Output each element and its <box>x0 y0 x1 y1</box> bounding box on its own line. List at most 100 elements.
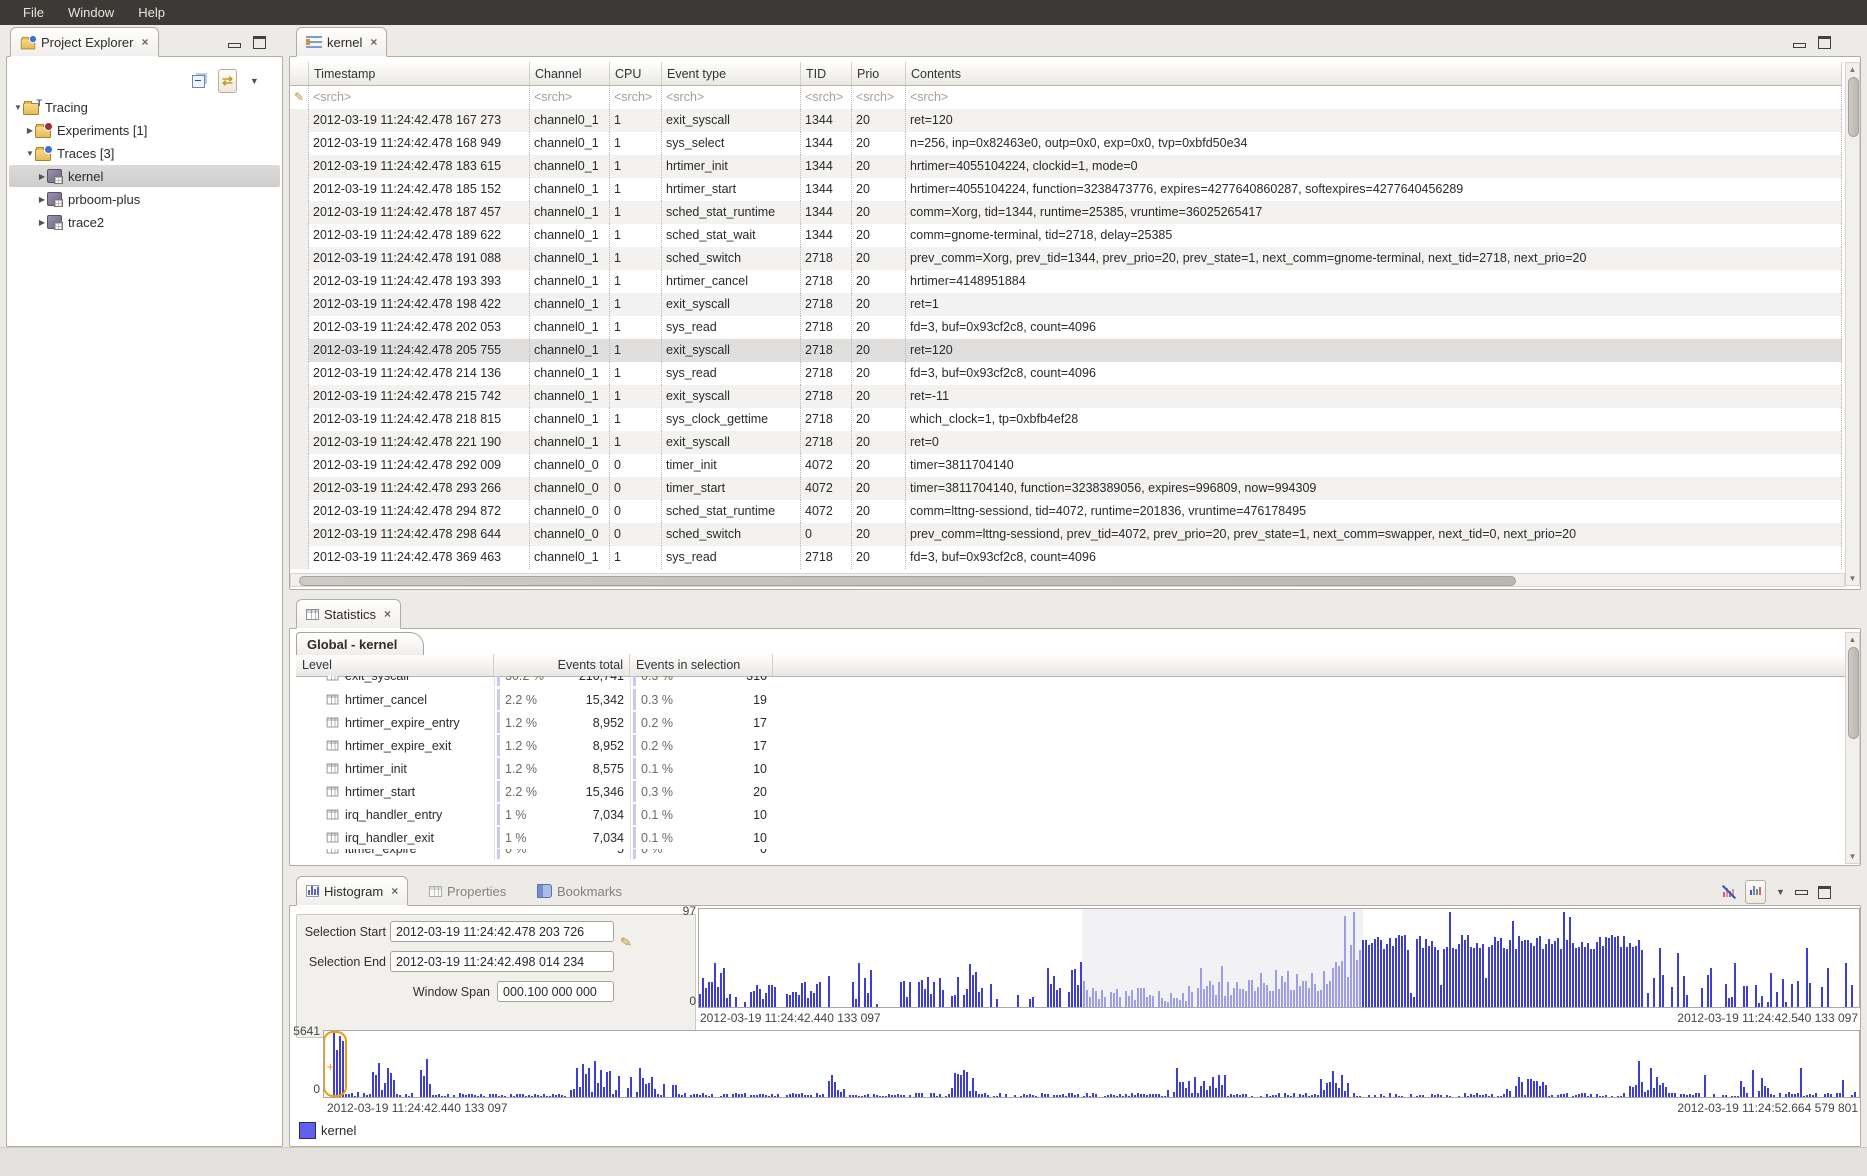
event-row[interactable]: 2012-03-19 11:24:42.478 369 463channel0_… <box>290 546 1842 569</box>
column-header-level[interactable]: Level <box>296 654 494 676</box>
statistics-row[interactable]: irq_handler_entry1 %7,0340.1 %10 <box>296 803 1845 826</box>
event-row[interactable]: 2012-03-19 11:24:42.478 298 644channel0_… <box>290 523 1842 546</box>
tab-histogram[interactable]: Histogram × <box>296 876 408 906</box>
scroll-up-icon[interactable]: ▲ <box>1846 65 1859 74</box>
activate-trace-coloring-button[interactable] <box>1745 880 1766 904</box>
column-header-channel[interactable]: Channel <box>530 62 610 86</box>
filter-input-prio[interactable]: <srch> <box>852 86 906 109</box>
tree-item-experiments[interactable]: ▶Experiments [1] <box>9 119 280 141</box>
scrollbar-thumb[interactable] <box>1848 647 1859 739</box>
statistics-row[interactable]: hrtimer_init1.2 %8,5750.1 %10 <box>296 757 1845 780</box>
menu-window[interactable]: Window <box>57 2 125 23</box>
event-row[interactable]: 2012-03-19 11:24:42.478 205 755channel0_… <box>290 339 1842 362</box>
column-header-event-type[interactable]: Event type <box>662 62 801 86</box>
menu-file[interactable]: File <box>12 2 55 23</box>
event-row[interactable]: 2012-03-19 11:24:42.478 215 742channel0_… <box>290 385 1842 408</box>
event-row[interactable]: 2012-03-19 11:24:42.478 189 622channel0_… <box>290 224 1842 247</box>
view-menu-icon[interactable]: ▼ <box>250 76 259 86</box>
filter-input-tid[interactable]: <srch> <box>801 86 852 109</box>
column-header-events-in-selection[interactable]: Events in selection <box>630 654 773 676</box>
event-row[interactable]: 2012-03-19 11:24:42.478 293 266channel0_… <box>290 477 1842 500</box>
events-horizontal-scrollbar[interactable] <box>290 573 1845 587</box>
statistics-row[interactable]: hrtimer_expire_entry1.2 %8,9520.2 %17 <box>296 711 1845 734</box>
expanded-arrow-icon[interactable]: ▼ <box>13 103 23 112</box>
tree-item-trace2[interactable]: ▶trace2 <box>9 211 280 233</box>
filter-input-cpu[interactable]: <srch> <box>610 86 662 109</box>
scrollbar-thumb[interactable] <box>1848 77 1859 137</box>
statistics-row[interactable]: itimer_expire0 %50 %0 <box>296 849 1845 860</box>
event-row[interactable]: 2012-03-19 11:24:42.478 168 949channel0_… <box>290 132 1842 155</box>
event-row[interactable]: 2012-03-19 11:24:42.478 187 457channel0_… <box>290 201 1842 224</box>
column-header-events-total[interactable]: Events total <box>494 654 630 676</box>
filter-input-channel[interactable]: <srch> <box>530 86 610 109</box>
tree-item-kernel[interactable]: ▶kernel <box>9 165 280 187</box>
event-row[interactable]: 2012-03-19 11:24:42.478 198 422channel0_… <box>290 293 1842 316</box>
expanded-arrow-icon[interactable]: ▼ <box>25 149 35 158</box>
collapse-all-icon[interactable] <box>192 75 205 88</box>
column-header-contents[interactable]: Contents <box>906 62 1842 86</box>
window-range-indicator[interactable]: + <box>323 1031 347 1097</box>
filter-input-timestamp[interactable]: <srch> <box>309 86 530 109</box>
scrollbar-thumb[interactable] <box>299 576 1516 586</box>
event-row[interactable]: 2012-03-19 11:24:42.478 183 615channel0_… <box>290 155 1842 178</box>
event-row[interactable]: 2012-03-19 11:24:42.478 218 815channel0_… <box>290 408 1842 431</box>
statistics-row[interactable]: hrtimer_start2.2 %15,3460.3 %20 <box>296 780 1845 803</box>
event-row[interactable]: 2012-03-19 11:24:42.478 294 872channel0_… <box>290 500 1842 523</box>
maximize-icon[interactable] <box>253 36 266 49</box>
events-vertical-scrollbar[interactable]: ▲ ▼ <box>1845 62 1860 586</box>
maximize-icon[interactable] <box>1818 36 1831 49</box>
view-menu-icon[interactable]: ▼ <box>1776 887 1785 897</box>
scroll-up-icon[interactable]: ▲ <box>1846 635 1859 644</box>
selection-start-input[interactable]: 2012-03-19 11:24:42.478 203 726 <box>390 921 614 942</box>
event-row[interactable]: 2012-03-19 11:24:42.478 202 053channel0_… <box>290 316 1842 339</box>
event-row[interactable]: 2012-03-19 11:24:42.478 191 088channel0_… <box>290 247 1842 270</box>
event-row[interactable]: 2012-03-19 11:24:42.478 292 009channel0_… <box>290 454 1842 477</box>
tab-kernel-events[interactable]: kernel × <box>296 27 387 57</box>
link-with-editor-button[interactable]: ⇄ <box>218 69 237 93</box>
collapsed-arrow-icon[interactable]: ▶ <box>25 126 35 135</box>
tree-item-prboom-plus[interactable]: ▶prboom-plus <box>9 188 280 210</box>
collapsed-arrow-icon[interactable]: ▶ <box>37 195 47 204</box>
column-header-timestamp[interactable]: Timestamp <box>309 62 530 86</box>
statistics-row[interactable]: irq_handler_exit1 %7,0340.1 %10 <box>296 826 1845 849</box>
tree-item-traces[interactable]: ▼Traces [3] <box>9 142 280 164</box>
full-histogram-plot[interactable]: + <box>323 1030 1860 1098</box>
close-icon[interactable]: × <box>370 35 377 49</box>
close-icon[interactable]: × <box>391 884 398 898</box>
event-row[interactable]: 2012-03-19 11:24:42.478 167 273channel0_… <box>290 109 1842 132</box>
statistics-vertical-scrollbar[interactable]: ▲ ▼ <box>1845 632 1860 864</box>
minimize-icon[interactable] <box>1795 890 1808 895</box>
selection-end-input[interactable]: 2012-03-19 11:24:42.498 014 234 <box>390 951 614 972</box>
event-row[interactable]: 2012-03-19 11:24:42.478 185 152channel0_… <box>290 178 1842 201</box>
menu-help[interactable]: Help <box>127 2 176 23</box>
collapsed-arrow-icon[interactable]: ▶ <box>37 218 47 227</box>
hide-lost-events-icon[interactable] <box>1722 886 1735 898</box>
column-header-cpu[interactable]: CPU <box>610 62 662 86</box>
zoom-histogram-plot[interactable] <box>698 908 1860 1008</box>
statistics-row[interactable]: exit_syscall30.2 %210,7410.3 %316 <box>296 676 1845 687</box>
event-row[interactable]: 2012-03-19 11:24:42.478 193 393channel0_… <box>290 270 1842 293</box>
filter-input-contents[interactable]: <srch> <box>906 86 1842 109</box>
column-header-prio[interactable]: Prio <box>852 62 906 86</box>
tab-bookmarks[interactable]: Bookmarks <box>528 876 631 906</box>
events-filter-row[interactable]: ✎<srch><srch><srch><srch><srch><srch><sr… <box>290 86 1842 109</box>
scroll-down-icon[interactable]: ▼ <box>1846 574 1859 583</box>
column-header-tid[interactable]: TID <box>801 62 852 86</box>
event-row[interactable]: 2012-03-19 11:24:42.478 214 136channel0_… <box>290 362 1842 385</box>
filter-input-event-type[interactable]: <srch> <box>662 86 801 109</box>
tree-item-tracing[interactable]: ▼TTracing <box>9 96 280 118</box>
statistics-row[interactable]: hrtimer_cancel2.2 %15,3420.3 %19 <box>296 688 1845 711</box>
tab-statistics[interactable]: Statistics × <box>296 599 401 629</box>
minimize-icon[interactable] <box>228 43 241 48</box>
close-icon[interactable]: × <box>141 35 148 49</box>
event-row[interactable]: 2012-03-19 11:24:42.478 221 190channel0_… <box>290 431 1842 454</box>
maximize-icon[interactable] <box>1818 886 1831 899</box>
tab-properties[interactable]: Properties <box>420 876 515 906</box>
tab-project-explorer[interactable]: Project Explorer × <box>10 27 159 57</box>
statistics-row[interactable]: hrtimer_expire_exit1.2 %8,9520.2 %17 <box>296 734 1845 757</box>
statistics-subtab-global-kernel[interactable]: Global - kernel <box>296 632 424 655</box>
collapsed-arrow-icon[interactable]: ▶ <box>37 172 47 181</box>
close-icon[interactable]: × <box>384 607 391 621</box>
edit-pencil-icon[interactable]: ✎ <box>619 935 633 949</box>
window-span-input[interactable]: 000.100 000 000 <box>497 981 614 1002</box>
